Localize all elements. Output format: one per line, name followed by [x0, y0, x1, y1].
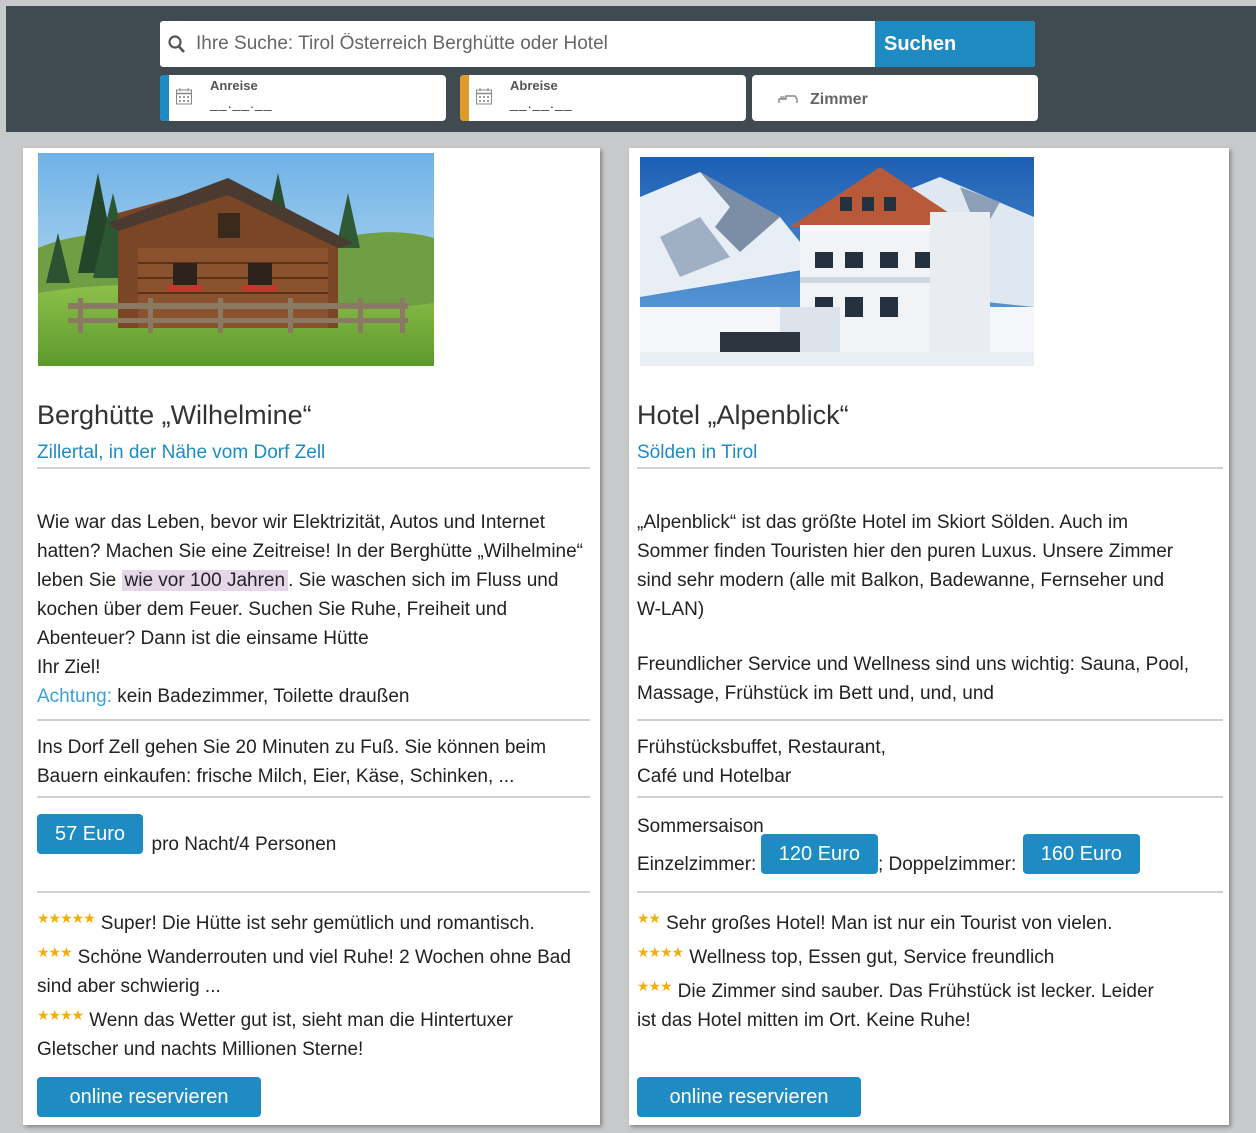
divider — [37, 719, 590, 721]
departure-date-field[interactable]: Abreise __.__.__ — [460, 75, 746, 121]
listing-info: Frühstücksbuffet, Restaurant, Café und H… — [637, 733, 1197, 791]
divider — [637, 719, 1223, 721]
divider — [637, 796, 1223, 798]
reserve-button[interactable]: online reservieren — [37, 1077, 261, 1117]
single-room-label: Einzelzimmer: — [637, 854, 757, 875]
search-icon — [168, 35, 185, 53]
review-item: ★★★★★ Super! Die Hütte ist sehr gemütlich… — [37, 904, 593, 938]
calendar-icon — [476, 88, 492, 105]
review-text: Wenn das Wetter gut ist, sieht man die H… — [37, 1010, 514, 1060]
star-rating-icon: ★★★ — [637, 978, 673, 994]
review-item: ★★★ Die Zimmer sind sauber. Das Frühstück… — [637, 972, 1177, 1035]
review-text: Wellness top, Essen gut, Service freundl… — [689, 947, 1055, 968]
departure-accent — [460, 75, 469, 121]
reserve-button[interactable]: online reservieren — [637, 1077, 861, 1117]
departure-value[interactable]: __.__.__ — [510, 95, 573, 111]
reviews-list: ★★ Sehr großes Hotel! Man ist nur ein Tou… — [637, 904, 1177, 1035]
price-badge: 57 Euro — [37, 814, 144, 854]
price-row: Einzelzimmer: 120 Euro; Doppelzimmer: 16… — [637, 834, 1140, 875]
warning-label: Achtung: — [37, 686, 112, 707]
double-room-label: ; Doppelzimmer: — [877, 854, 1017, 875]
highlighted-phrase: wie vor 100 Jahren — [121, 570, 289, 591]
departure-label: Abreise — [510, 78, 558, 93]
star-rating-icon: ★★ — [637, 910, 661, 926]
review-item: ★★ Sehr großes Hotel! Man ist nur ein Tou… — [637, 904, 1177, 938]
hotel-photo — [640, 157, 1034, 366]
single-room-price: 120 Euro — [760, 834, 878, 874]
listing-card-berghuette: Berghütte „Wilhelmine“ Zillertal, in der… — [23, 148, 600, 1125]
review-item: ★★★★ Wellness top, Essen gut, Service fre… — [637, 938, 1177, 972]
review-item: ★★★ Schöne Wanderrouten und viel Ruhe! 2 … — [37, 938, 593, 1001]
star-rating-icon: ★★★★★ — [37, 910, 96, 926]
listing-card-hotel: Hotel „Alpenblick“ Sölden in Tirol „Alpe… — [629, 148, 1229, 1125]
search-button[interactable]: Suchen — [875, 21, 1035, 67]
review-text: Sehr großes Hotel! Man ist nur ein Touri… — [666, 913, 1113, 934]
listing-description: Wie war das Leben, bevor wir Elektrizitä… — [37, 508, 593, 711]
listing-description: „Alpenblick“ ist das größte Hotel im Ski… — [637, 512, 1174, 620]
review-text: Die Zimmer sind sauber. Das Frühstück is… — [637, 981, 1154, 1031]
arrival-date-field[interactable]: Anreise __.__.__ — [160, 75, 446, 121]
description-text-cont: . Sie waschen sich im Fluss und kochen ü… — [37, 570, 559, 649]
divider — [37, 891, 590, 893]
listing-location[interactable]: Zillertal, in der Nähe vom Dorf Zell — [37, 442, 325, 464]
review-text: Schöne Wanderrouten und viel Ruhe! 2 Woc… — [37, 947, 571, 997]
star-rating-icon: ★★★★ — [637, 944, 684, 960]
divider — [637, 891, 1223, 893]
review-item: ★★★★ Wenn das Wetter gut ist, sieht man d… — [37, 1001, 593, 1064]
calendar-icon — [176, 88, 192, 105]
rooms-label: Zimmer — [810, 91, 868, 108]
listing-info: Ins Dorf Zell gehen Sie 20 Minuten zu Fu… — [37, 737, 547, 787]
description-text-end: Ihr Ziel! — [37, 657, 101, 678]
mountain-hut-photo — [38, 153, 434, 366]
divider — [637, 467, 1223, 469]
star-rating-icon: ★★★ — [37, 944, 73, 960]
listing-title: Hotel „Alpenblick“ — [637, 400, 849, 430]
info-line: Café und Hotelbar — [637, 766, 792, 787]
divider — [37, 467, 590, 469]
double-room-price: 160 Euro — [1022, 834, 1140, 874]
listing-description-2: Freundlicher Service und Wellness sind u… — [637, 654, 1189, 704]
arrival-value[interactable]: __.__.__ — [210, 95, 273, 111]
rooms-field[interactable]: Zimmer — [752, 75, 1038, 121]
price-row: 57 Euro pro Nacht/4 Personen — [37, 814, 337, 855]
listing-title: Berghütte „Wilhelmine“ — [37, 400, 312, 430]
reviews-list: ★★★★★ Super! Die Hütte ist sehr gemütlich… — [37, 904, 593, 1064]
info-line: Frühstücksbuffet, Restaurant, — [637, 737, 886, 758]
bed-icon — [778, 95, 798, 103]
listing-location[interactable]: Sölden in Tirol — [637, 442, 757, 464]
arrival-label: Anreise — [210, 78, 258, 93]
arrival-accent — [160, 75, 169, 121]
star-rating-icon: ★★★★ — [37, 1007, 84, 1023]
divider — [37, 796, 590, 798]
warning-text: kein Badezimmer, Toilette draußen — [117, 686, 410, 707]
price-note: pro Nacht/4 Personen — [151, 834, 337, 855]
review-text: Super! Die Hütte ist sehr gemütlich und … — [100, 913, 535, 934]
